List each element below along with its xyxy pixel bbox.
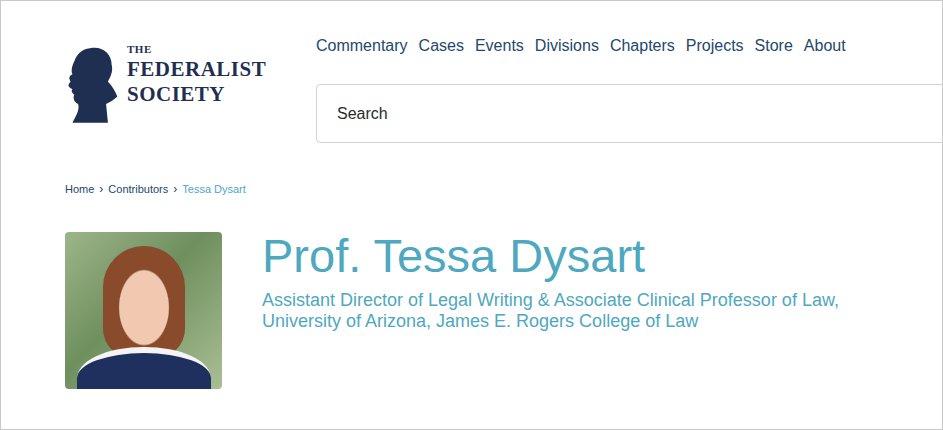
breadcrumb-separator: › — [99, 182, 103, 196]
nav-link[interactable]: Projects — [686, 36, 744, 56]
nav-link[interactable]: Events — [475, 36, 524, 56]
nav-link[interactable]: Divisions — [535, 36, 599, 56]
logo-line: FEDERALIST — [127, 59, 266, 80]
search-field[interactable]: Search — [316, 84, 943, 143]
main-nav: Commentary Cases Events Divisions Chapters Pr… — [316, 34, 943, 56]
profile-name: Prof. Tessa Dysart — [262, 228, 912, 284]
search-placeholder: Search — [337, 105, 388, 123]
breadcrumb-separator: › — [173, 182, 177, 196]
photo-shirt — [77, 347, 211, 389]
breadcrumb-item[interactable]: Home — [65, 182, 94, 196]
logo-line: SOCIETY — [127, 84, 266, 105]
logo-line: THE — [127, 44, 266, 55]
nav-link[interactable]: About — [804, 36, 846, 56]
breadcrumb-item: Tessa Dysart — [182, 182, 246, 196]
header-right: Commentary Cases Events Divisions Chapters Pr… — [316, 34, 943, 143]
logo[interactable]: THE FEDERALIST SOCIETY — [65, 34, 315, 143]
profile-text: Prof. Tessa DysartAssistant Director of … — [262, 232, 942, 389]
site-header: THE FEDERALIST SOCIETY Commentary Cases Event… — [1, 1, 942, 143]
nav-link[interactable]: Store — [755, 36, 793, 56]
profile-photo — [65, 232, 222, 389]
nav-link[interactable]: Chapters — [610, 36, 675, 56]
nav-link[interactable]: Commentary — [316, 36, 408, 56]
profile: Prof. Tessa Dysart Assistant Director of … — [1, 196, 942, 389]
page: THE FEDERALIST SOCIETY Commentary Cases Event… — [0, 0, 943, 430]
photo-figure — [103, 246, 185, 358]
profile-title: Assistant Director of Legal Writing & As… — [262, 290, 912, 332]
nav-link[interactable]: Cases — [419, 36, 464, 56]
silhouette-icon — [65, 44, 121, 124]
breadcrumb-item[interactable]: Contributors — [108, 182, 168, 196]
logo-text: THE FEDERALIST SOCIETY — [127, 44, 266, 109]
breadcrumb: Home › Contributors › Tessa Dysart — [1, 143, 942, 196]
